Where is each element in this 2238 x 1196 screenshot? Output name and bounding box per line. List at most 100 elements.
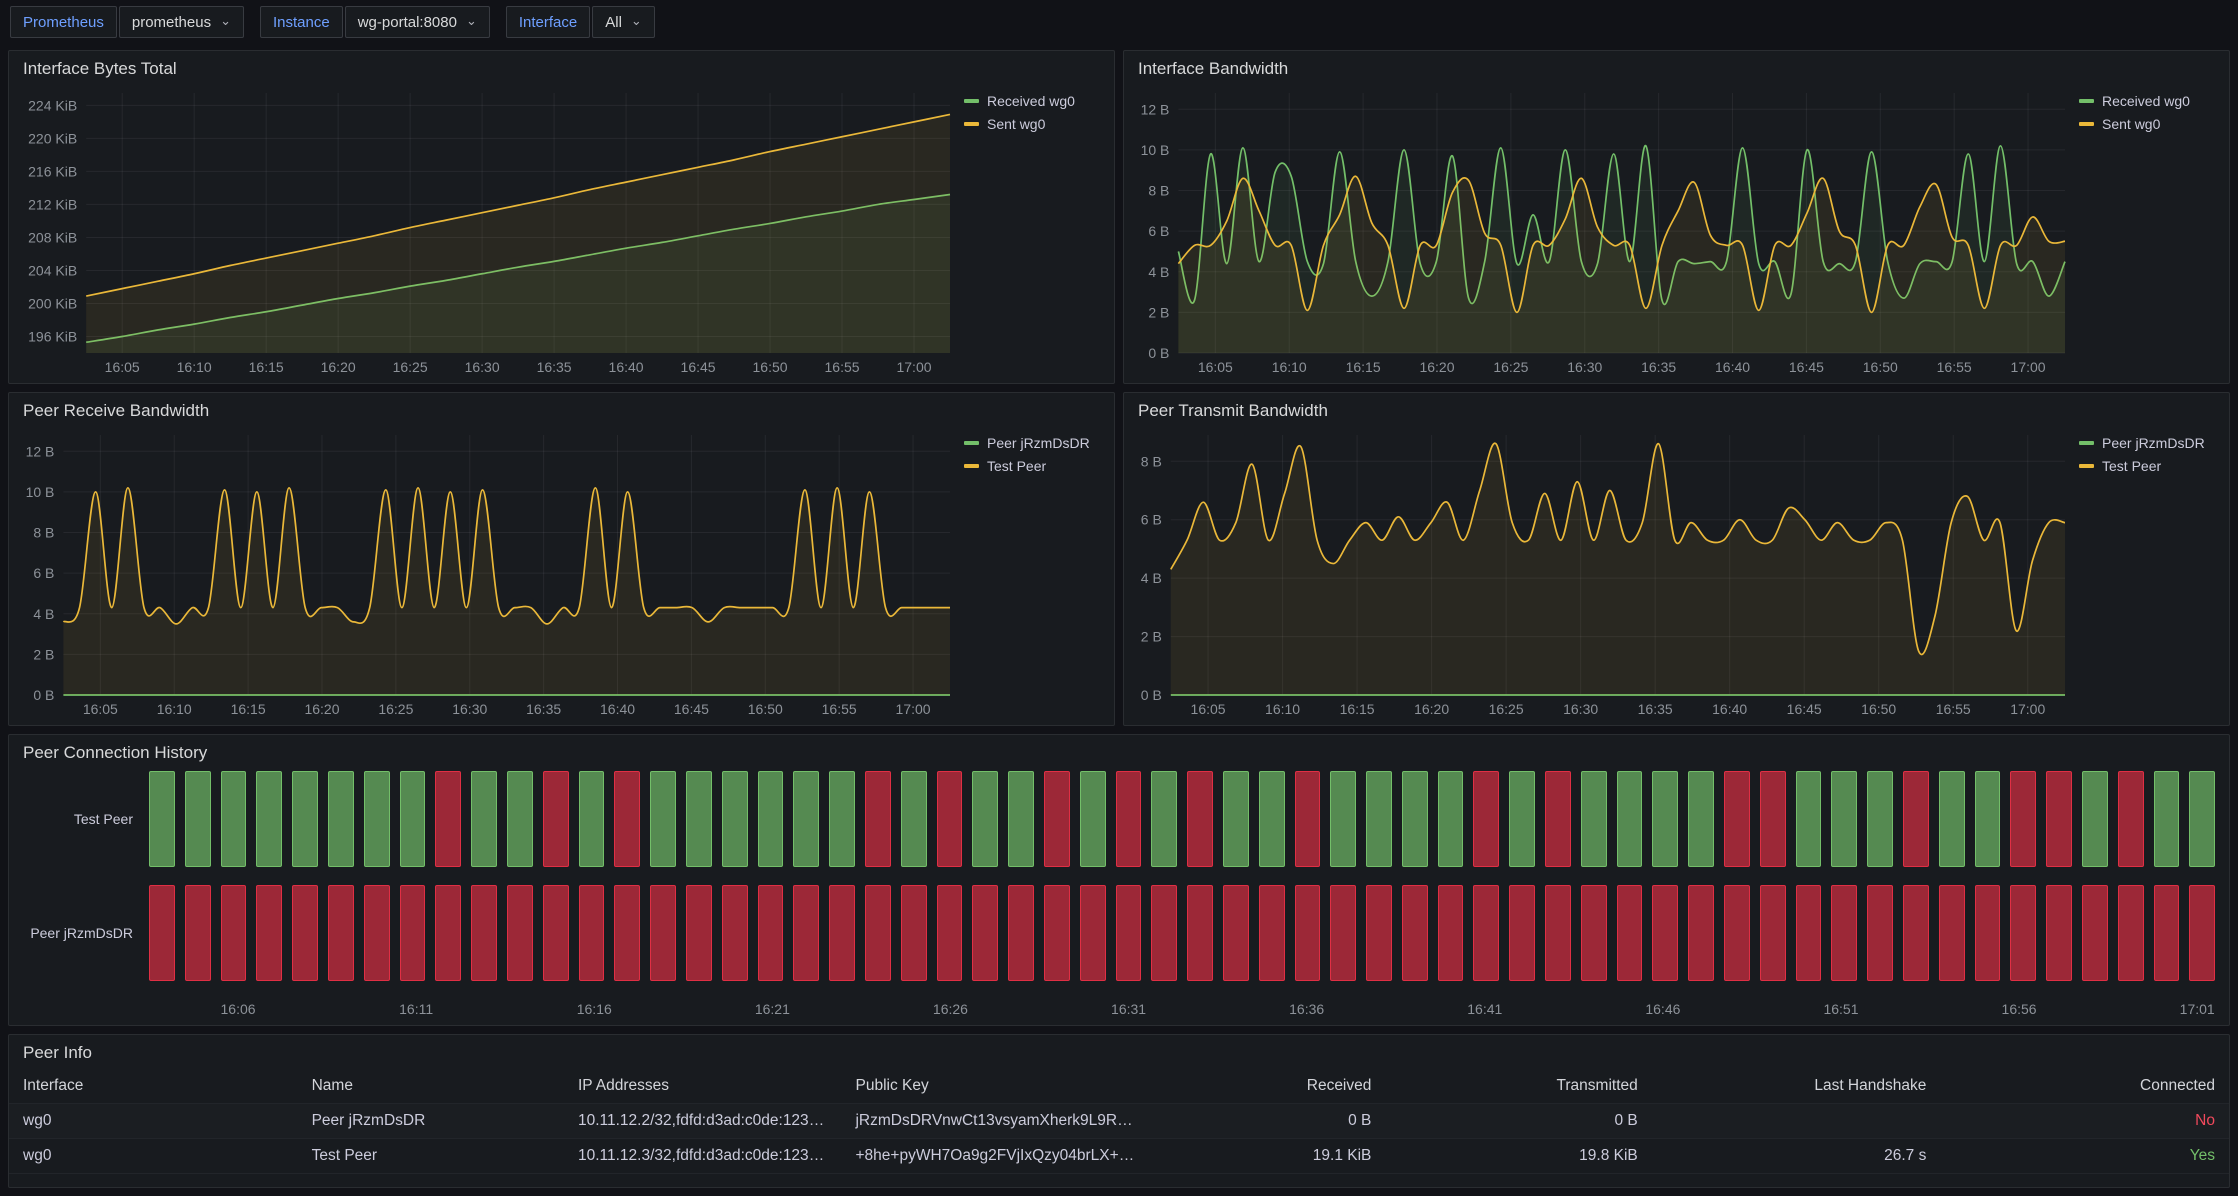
status-bar-connected[interactable] [149,771,175,867]
status-bar-connected[interactable] [1008,771,1034,867]
status-bar-connected[interactable] [650,771,676,867]
status-bar-connected[interactable] [1796,771,1822,867]
status-bar-disconnected[interactable] [901,885,927,981]
legend-item-peer-jrzmdsdr[interactable]: Peer jRzmDsDR [2079,435,2217,451]
status-bar-disconnected[interactable] [543,771,569,867]
col-header-interface[interactable]: Interface [9,1069,298,1104]
status-bar-connected[interactable] [1438,771,1464,867]
status-bar-disconnected[interactable] [1223,885,1249,981]
interface-bytes-total-chart[interactable]: 16:0516:1016:1516:2016:2516:3016:3516:40… [17,83,956,379]
legend-item-sent-wg0[interactable]: Sent wg0 [964,116,1102,132]
status-bar-connected[interactable] [1330,771,1356,867]
status-bar-connected[interactable] [256,771,282,867]
status-bar-disconnected[interactable] [1903,885,1929,981]
status-bar-disconnected[interactable] [1581,885,1607,981]
status-bar-connected[interactable] [364,771,390,867]
status-bar-disconnected[interactable] [1116,885,1142,981]
status-bar-disconnected[interactable] [1438,885,1464,981]
status-bar-disconnected[interactable] [1473,885,1499,981]
status-bar-connected[interactable] [1831,771,1857,867]
status-bar-connected[interactable] [793,771,819,867]
status-bar-disconnected[interactable] [1187,885,1213,981]
status-bar-disconnected[interactable] [722,885,748,981]
status-bar-disconnected[interactable] [2046,885,2072,981]
status-bar-connected[interactable] [1617,771,1643,867]
status-bar-disconnected[interactable] [256,885,282,981]
panel-title[interactable]: Peer Info [9,1035,2229,1067]
status-bar-connected[interactable] [1688,771,1714,867]
status-bar-connected[interactable] [1867,771,1893,867]
status-bar-disconnected[interactable] [614,771,640,867]
status-bar-connected[interactable] [2082,771,2108,867]
status-bar-connected[interactable] [758,771,784,867]
status-bar-connected[interactable] [1402,771,1428,867]
status-bar-disconnected[interactable] [543,885,569,981]
status-bar-disconnected[interactable] [1617,885,1643,981]
status-bar-disconnected[interactable] [758,885,784,981]
legend-item-test-peer[interactable]: Test Peer [964,458,1102,474]
status-bar-disconnected[interactable] [2082,885,2108,981]
status-bar-disconnected[interactable] [1080,885,1106,981]
status-bar-connected[interactable] [221,771,247,867]
status-bar-connected[interactable] [507,771,533,867]
col-header-connected[interactable]: Connected [1940,1069,2229,1104]
status-bar-disconnected[interactable] [1295,885,1321,981]
status-bar-disconnected[interactable] [1688,885,1714,981]
status-bar-disconnected[interactable] [1652,885,1678,981]
status-bar-disconnected[interactable] [2010,885,2036,981]
col-header-public-key[interactable]: Public Key [841,1069,1152,1104]
status-bar-disconnected[interactable] [2118,771,2144,867]
status-bar-disconnected[interactable] [185,885,211,981]
status-bar-disconnected[interactable] [1509,885,1535,981]
panel-title[interactable]: Interface Bandwidth [1124,51,2229,83]
status-bar-disconnected[interactable] [1796,885,1822,981]
status-bar-disconnected[interactable] [865,885,891,981]
status-bar-disconnected[interactable] [328,885,354,981]
status-bar-disconnected[interactable] [1760,771,1786,867]
peer-transmit-bandwidth-chart[interactable]: 16:0516:1016:1516:2016:2516:3016:3516:40… [1132,425,2071,721]
legend-item-sent-wg0[interactable]: Sent wg0 [2079,116,2217,132]
status-bar-disconnected[interactable] [579,885,605,981]
variable-select-interface[interactable]: All ⌄ [592,6,655,38]
status-bar-connected[interactable] [722,771,748,867]
status-bar-disconnected[interactable] [471,885,497,981]
status-bar-disconnected[interactable] [1008,885,1034,981]
status-bar-connected[interactable] [1975,771,2001,867]
status-bar-connected[interactable] [471,771,497,867]
status-bar-disconnected[interactable] [1975,885,2001,981]
legend-item-received-wg0[interactable]: Received wg0 [964,93,1102,109]
status-bar-connected[interactable] [1151,771,1177,867]
col-header-last-handshake[interactable]: Last Handshake [1652,1069,1941,1104]
status-bar-disconnected[interactable] [149,885,175,981]
panel-title[interactable]: Peer Transmit Bandwidth [1124,393,2229,425]
status-bar-disconnected[interactable] [1295,771,1321,867]
col-header-ip-addresses[interactable]: IP Addresses [564,1069,842,1104]
status-bar-disconnected[interactable] [686,885,712,981]
status-bar-connected[interactable] [829,771,855,867]
status-bar-disconnected[interactable] [614,885,640,981]
status-bar-disconnected[interactable] [1116,771,1142,867]
col-header-transmitted[interactable]: Transmitted [1385,1069,1651,1104]
status-bar-connected[interactable] [2154,771,2180,867]
status-bar-disconnected[interactable] [1903,771,1929,867]
status-bar-disconnected[interactable] [292,885,318,981]
status-bar-disconnected[interactable] [972,885,998,981]
status-bar-connected[interactable] [292,771,318,867]
status-bar-connected[interactable] [328,771,354,867]
status-bar-disconnected[interactable] [1259,885,1285,981]
status-bar-disconnected[interactable] [221,885,247,981]
status-bar-disconnected[interactable] [1044,885,1070,981]
status-bar-disconnected[interactable] [2154,885,2180,981]
status-bar-disconnected[interactable] [1402,885,1428,981]
status-bar-disconnected[interactable] [2118,885,2144,981]
status-bar-connected[interactable] [1223,771,1249,867]
status-bar-disconnected[interactable] [1473,771,1499,867]
status-bar-disconnected[interactable] [2010,771,2036,867]
status-bar-disconnected[interactable] [1151,885,1177,981]
variable-select-instance[interactable]: wg-portal:8080 ⌄ [345,6,490,38]
status-bar-disconnected[interactable] [364,885,390,981]
status-bar-connected[interactable] [400,771,426,867]
status-bar-disconnected[interactable] [1187,771,1213,867]
panel-title[interactable]: Interface Bytes Total [9,51,1114,83]
status-bar-connected[interactable] [1366,771,1392,867]
